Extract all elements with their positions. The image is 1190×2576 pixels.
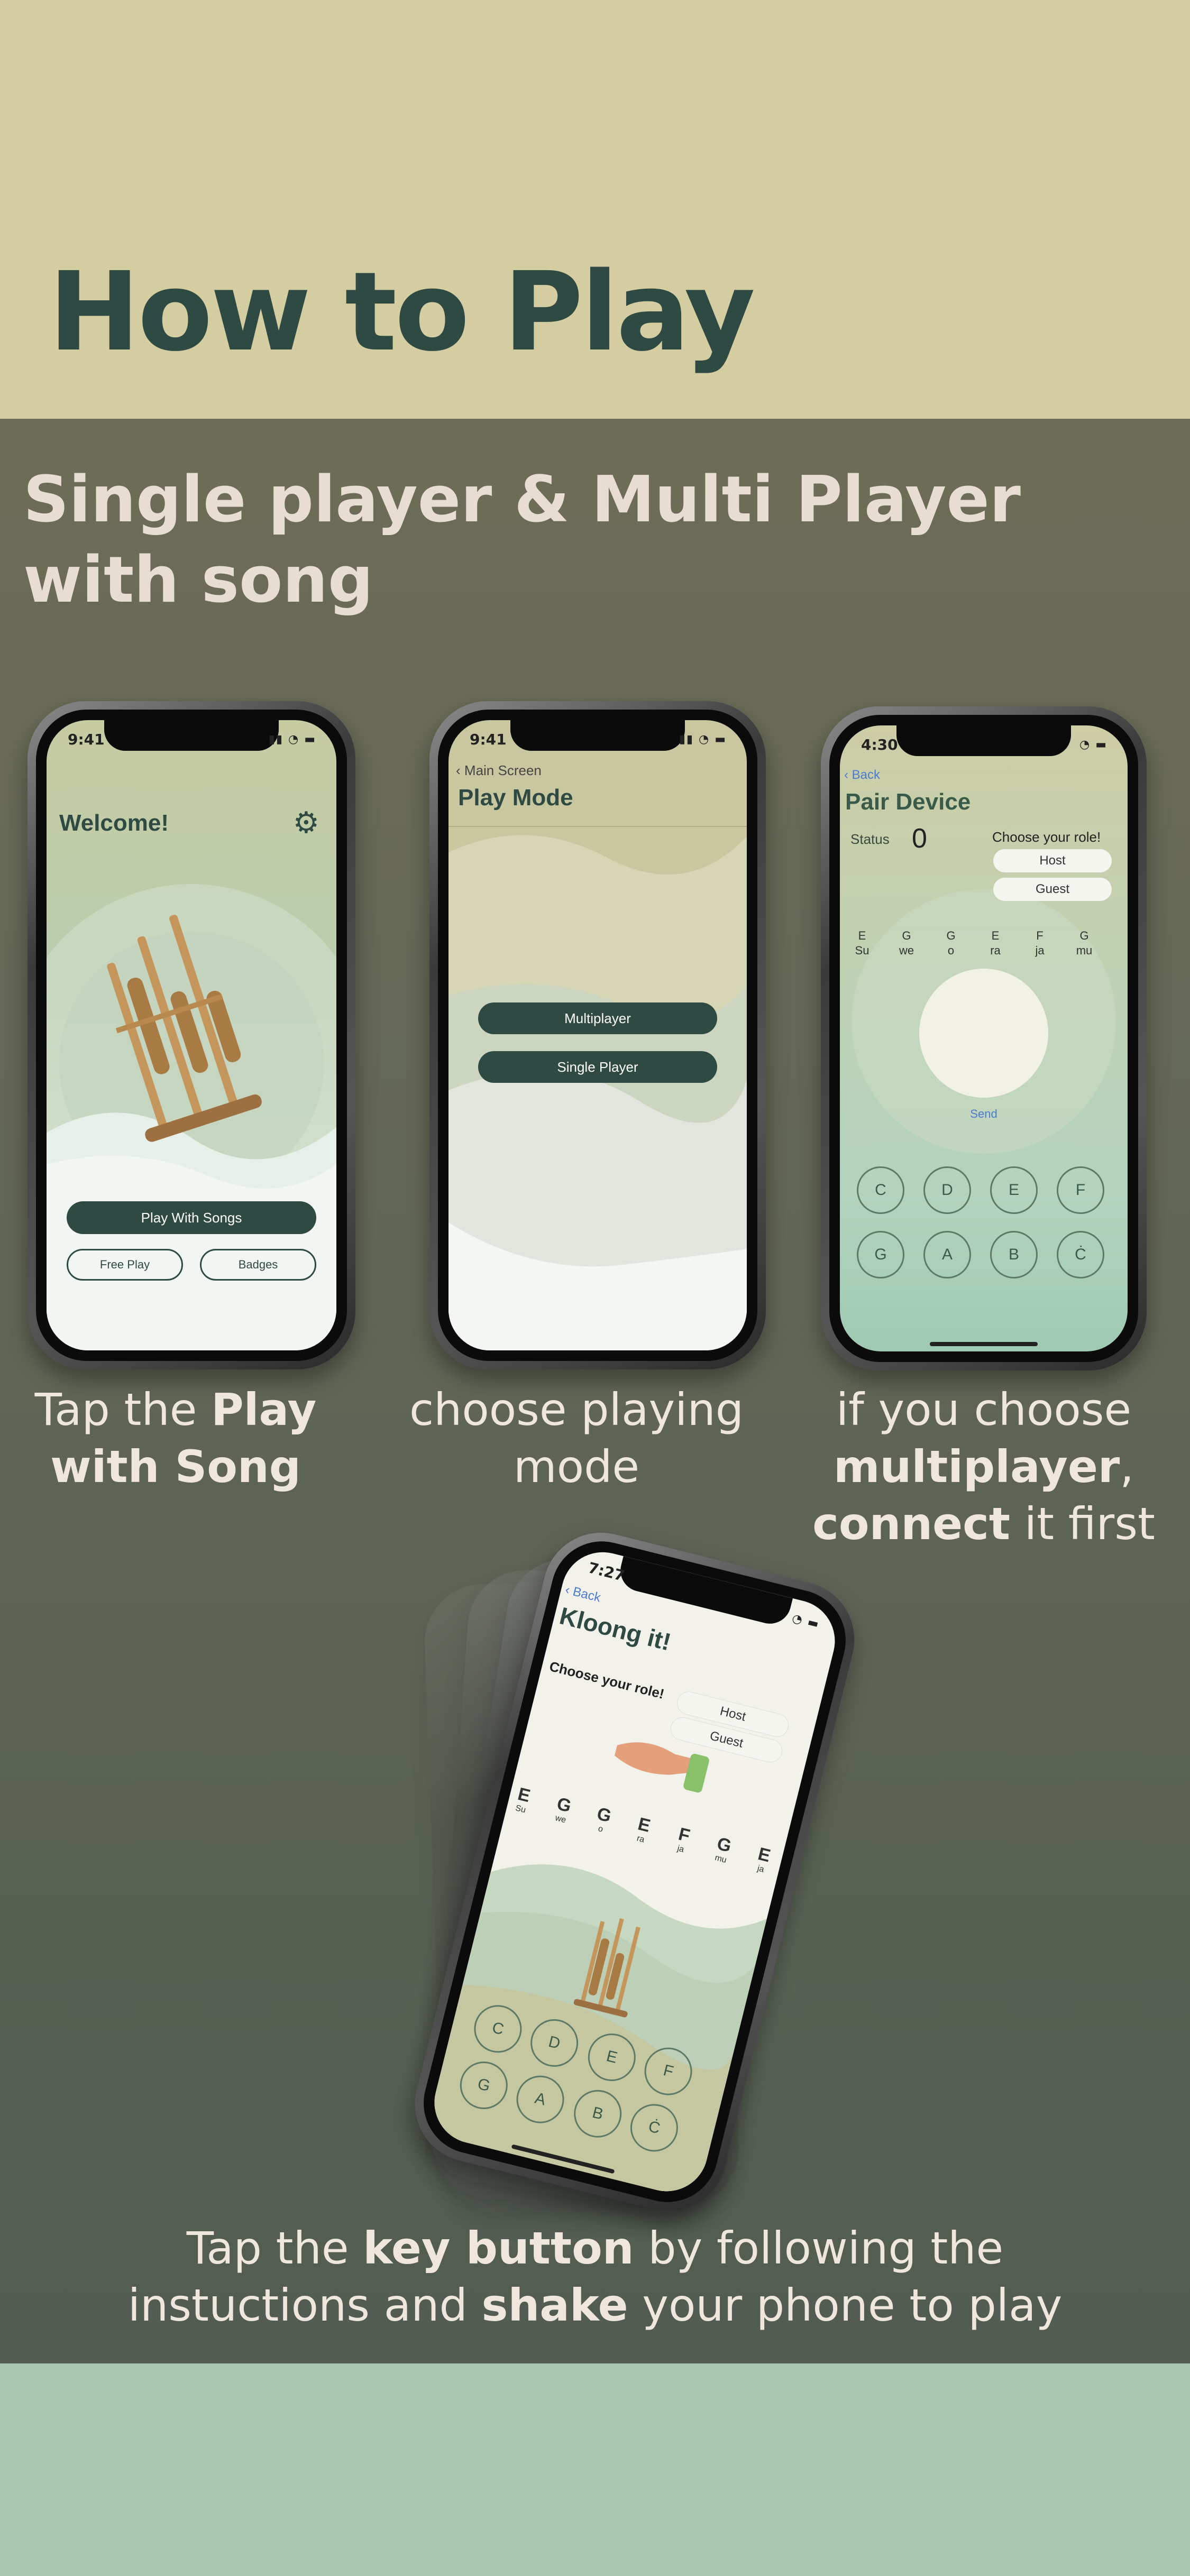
caption-bold: connect [812, 1498, 1011, 1550]
caption-text: , [1120, 1441, 1134, 1493]
caption-text: your phone to play [628, 2279, 1063, 2331]
status-icons: ◔ ▬ [1079, 738, 1107, 751]
caption-text: choose playing mode [409, 1384, 744, 1493]
key-button-A[interactable]: A [923, 1231, 971, 1278]
play-with-songs-button[interactable]: Play With Songs [67, 1201, 316, 1234]
note-letter: G [946, 929, 956, 942]
note-syllable: Su [855, 944, 869, 957]
note-letter: G [1079, 929, 1089, 942]
section-subtitle: Single player & Multi Player with song [23, 463, 1021, 617]
key-button-Ċ[interactable]: Ċ [1057, 1231, 1104, 1278]
status-time: 9:41 [470, 731, 507, 748]
back-button[interactable]: ‹ Back [844, 768, 880, 783]
back-label: Back [852, 768, 881, 782]
status-label: Status [850, 831, 890, 847]
note-syllable: we [899, 944, 914, 957]
song-note: Fja [1029, 928, 1050, 958]
guest-button[interactable]: Guest [993, 878, 1112, 901]
send-button[interactable]: Send [840, 1107, 1128, 1121]
back-label: Main Screen [464, 762, 542, 778]
note-letter: G [594, 1804, 614, 1827]
multiplayer-button[interactable]: Multiplayer [478, 1002, 717, 1034]
free-play-button[interactable]: Free Play [67, 1249, 183, 1281]
single-player-button[interactable]: Single Player [478, 1051, 717, 1083]
note-syllable: ra [990, 944, 1001, 957]
screen-title: Pair Device [845, 789, 971, 815]
note-syllable: mu [1076, 944, 1093, 957]
note-letter: G [715, 1833, 734, 1857]
phone-pair-device: 4:30 ◔ ▬ ‹ Back Pair Device Status 0 Cho… [821, 706, 1147, 1370]
chevron-left-icon: ‹ [844, 768, 848, 782]
caption-text: Tap the [34, 1384, 212, 1436]
gear-icon[interactable]: ⚙ [293, 806, 319, 840]
note-letter: G [902, 929, 911, 942]
shake-circle[interactable] [919, 969, 1048, 1098]
caption-bold: multiplayer [834, 1441, 1120, 1493]
song-note: Go [940, 928, 962, 958]
caption-connect-first: if you choose multiplayer, connect it fir… [809, 1381, 1158, 1552]
page-title: How to Play [49, 249, 755, 375]
status-time: 9:41 [68, 731, 105, 748]
caption-play-with-song: Tap the Play with Song [22, 1381, 329, 1495]
home-indicator [930, 1342, 1038, 1346]
welcome-text: Welcome! [59, 810, 169, 836]
phone-welcome: 9:41 ▮▮ ◔ ▬ Welcome! ⚙ Play With Songs F… [28, 701, 355, 1369]
note-letter: E [991, 929, 1000, 942]
caption-shake-to-play: Tap the key button by following the inst… [74, 2220, 1116, 2334]
song-note: Era [985, 928, 1006, 958]
angklung-icon [107, 915, 262, 1142]
phone-play-mode: 9:41 ▮▮ ◔ ▬ ‹ Main Screen Play Mode Mult… [429, 701, 766, 1369]
caption-choose-mode: choose playing mode [407, 1381, 746, 1495]
note-letter: E [858, 929, 866, 942]
footer-band [0, 2363, 1190, 2576]
key-button-D[interactable]: D [923, 1166, 971, 1214]
caption-bold: shake [481, 2279, 628, 2331]
song-note: Gmu [1074, 928, 1095, 958]
key-button-B[interactable]: B [990, 1231, 1038, 1278]
note-letter: G [555, 1793, 573, 1817]
note-syllable: ja [1035, 944, 1045, 957]
song-note: Gwe [896, 928, 917, 958]
key-button-C[interactable]: C [857, 1166, 904, 1214]
caption-text: it first [1010, 1498, 1155, 1550]
caption-text: Tap the [186, 2222, 363, 2274]
song-note: E Su [852, 928, 873, 958]
chevron-left-icon: ‹ [456, 762, 461, 778]
note-syllable: o [947, 944, 955, 957]
status-time: 4:30 [861, 736, 898, 753]
host-button[interactable]: Host [993, 849, 1112, 872]
badges-button[interactable]: Badges [200, 1249, 316, 1281]
choose-role-label: Choose your role! [992, 829, 1101, 845]
key-button-G[interactable]: G [857, 1231, 904, 1278]
screen-title: Play Mode [458, 785, 573, 811]
caption-text: if you choose [836, 1384, 1132, 1436]
status-icons: ▮▮ ◔ ▬ [268, 733, 316, 746]
status-value: 0 [912, 823, 927, 854]
key-button-E[interactable]: E [990, 1166, 1038, 1214]
back-button[interactable]: ‹ Main Screen [456, 762, 542, 779]
caption-bold: key button [363, 2222, 634, 2274]
status-icons: ▮▮ ◔ ▬ [679, 733, 727, 746]
key-button-F[interactable]: F [1057, 1166, 1104, 1214]
play-mode-background [448, 835, 747, 1350]
note-letter: F [1036, 929, 1043, 942]
divider [448, 826, 747, 827]
